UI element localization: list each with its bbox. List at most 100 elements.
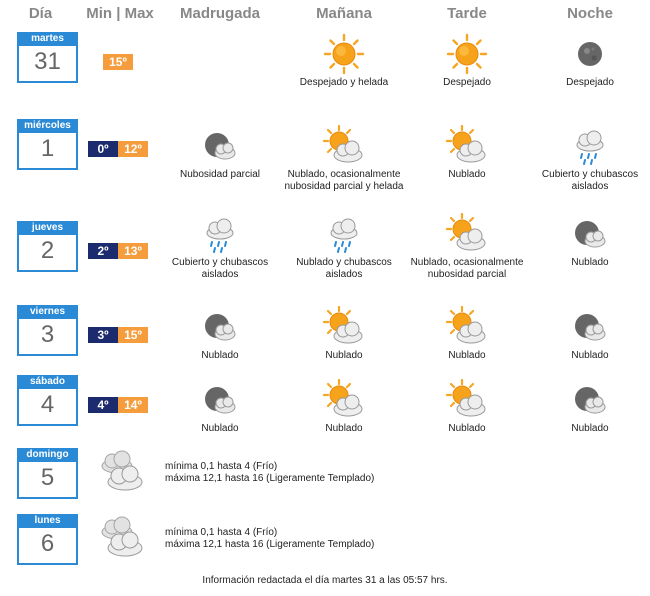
min-temp-badge: 0º: [88, 141, 118, 157]
calendar-date: miércoles 1: [17, 119, 78, 170]
max-temp-badge: 13º: [118, 243, 148, 259]
calendar-weekday: martes: [17, 32, 78, 46]
sun-icon: [407, 33, 527, 75]
cloudy-icon: [95, 450, 147, 499]
calendar-day-number: 4: [40, 391, 55, 418]
sun-icon: [284, 33, 404, 75]
calendar-date: jueves 2: [17, 221, 78, 272]
forecast-cell-manana: Nublado, ocasionalmente nubosidad parcia…: [284, 125, 404, 193]
sun-cloud-icon: [407, 306, 527, 348]
forecast-cell-manana: Despejado y helada: [284, 33, 404, 89]
calendar-weekday: domingo: [17, 448, 78, 462]
forecast-cell-noche: Nublado: [530, 306, 650, 362]
forecast-cell-tarde: Nublado, ocasionalmente nubosidad parcia…: [407, 213, 527, 281]
forecast-cell-noche: Despejado: [530, 33, 650, 89]
forecast-description: Nublado: [448, 423, 486, 434]
forecast-description: Nublado: [201, 350, 239, 361]
forecast-description: Nublado: [325, 350, 363, 361]
forecast-cell-madrugada: Nublado: [160, 306, 280, 362]
calendar-date: viernes 3: [17, 305, 78, 356]
forecast-description: Nublado: [571, 350, 609, 361]
calendar-weekday: viernes: [17, 305, 78, 319]
calendar-day-number: 2: [40, 237, 55, 264]
forecast-description: Nublado: [201, 423, 239, 434]
forecast-cell-madrugada: Nublado: [160, 379, 280, 435]
cloudy-icon: [95, 516, 147, 565]
rain-cloud-icon: [530, 125, 650, 167]
moon-icon: [530, 33, 650, 75]
forecast-description: Nublado: [448, 169, 486, 180]
forecast-cell-madrugada: Nubosidad parcial: [160, 125, 280, 181]
forecast-description: Nublado: [325, 423, 363, 434]
header-minmax: Min | Max: [86, 5, 154, 22]
forecast-cell-noche: Nublado: [530, 379, 650, 435]
moon-cloud-icon: [160, 379, 280, 421]
min-temp-badge: 2º: [88, 243, 118, 259]
forecast-description: Nublado: [571, 257, 609, 268]
sun-cloud-icon: [407, 379, 527, 421]
header-tarde: Tarde: [447, 5, 487, 22]
calendar-day-number: 31: [34, 48, 61, 75]
extended-min-text: mínima 0,1 hasta 4 (Frío): [165, 527, 278, 538]
calendar-day-number: 5: [40, 464, 55, 491]
moon-cloud-icon: [160, 125, 280, 167]
footer-note: Información redactada el día martes 31 a…: [202, 575, 448, 586]
calendar-date: martes 31: [17, 32, 78, 83]
forecast-description: Despejado: [443, 77, 491, 88]
forecast-description: Cubierto y chubascos aislados: [171, 257, 269, 280]
moon-cloud-icon: [530, 379, 650, 421]
calendar-date: domingo 5: [17, 448, 78, 499]
calendar-day-number: 3: [40, 321, 55, 348]
calendar-weekday: sábado: [17, 375, 78, 389]
header-madrugada: Madrugada: [179, 5, 260, 22]
max-temp-badge: 12º: [118, 141, 148, 157]
forecast-cell-noche: Cubierto y chubascos aislados: [530, 125, 650, 193]
extended-max-text: máxima 12,1 hasta 16 (Ligeramente Templa…: [165, 473, 375, 484]
max-temp-badge: 15º: [103, 54, 133, 70]
min-temp-badge: 3º: [88, 327, 118, 343]
forecast-cell-noche: Nublado: [530, 213, 650, 269]
calendar-weekday: miércoles: [17, 119, 78, 133]
forecast-description: Nublado y chubascos aislados: [296, 257, 392, 280]
header-manana: Mañana: [316, 5, 372, 22]
forecast-description: Nubosidad parcial: [179, 169, 261, 180]
extended-max-text: máxima 12,1 hasta 16 (Ligeramente Templa…: [165, 539, 375, 550]
forecast-cell-madrugada: Cubierto y chubascos aislados: [160, 213, 280, 281]
rain-cloud-icon: [160, 213, 280, 255]
sun-cloud-icon: [284, 125, 404, 167]
calendar-date: sábado 4: [17, 375, 78, 426]
max-temp-badge: 14º: [118, 397, 148, 413]
header-dia: Día: [28, 5, 53, 22]
sun-cloud-icon: [284, 379, 404, 421]
sun-cloud-icon: [284, 306, 404, 348]
moon-cloud-icon: [530, 306, 650, 348]
max-temp-badge: 15º: [118, 327, 148, 343]
forecast-description: Despejado y helada: [299, 77, 389, 88]
moon-cloud-icon: [160, 306, 280, 348]
forecast-description: Nublado: [448, 350, 486, 361]
calendar-day-number: 6: [40, 530, 55, 557]
calendar-date: lunes 6: [17, 514, 78, 565]
forecast-description: Nublado, ocasionalmente nubosidad parcia…: [410, 257, 524, 280]
forecast-cell-manana: Nublado y chubascos aislados: [284, 213, 404, 281]
forecast-cell-tarde: Nublado: [407, 379, 527, 435]
forecast-description: Cubierto y chubascos aislados: [541, 169, 639, 192]
rain-cloud-icon: [284, 213, 404, 255]
forecast-description: Despejado: [566, 77, 614, 88]
forecast-cell-manana: Nublado: [284, 379, 404, 435]
extended-min-text: mínima 0,1 hasta 4 (Frío): [165, 461, 278, 472]
forecast-cell-manana: Nublado: [284, 306, 404, 362]
sun-cloud-icon: [407, 213, 527, 255]
min-temp-badge: 4º: [88, 397, 118, 413]
calendar-day-number: 1: [40, 135, 55, 162]
calendar-weekday: jueves: [17, 221, 78, 235]
moon-cloud-icon: [530, 213, 650, 255]
sun-cloud-icon: [407, 125, 527, 167]
forecast-cell-tarde: Nublado: [407, 125, 527, 181]
forecast-description: Nublado: [571, 423, 609, 434]
forecast-cell-tarde: Despejado: [407, 33, 527, 89]
header-noche: Noche: [567, 5, 613, 22]
calendar-weekday: lunes: [17, 514, 78, 528]
forecast-cell-tarde: Nublado: [407, 306, 527, 362]
forecast-description: Nublado, ocasionalmente nubosidad parcia…: [284, 169, 404, 192]
